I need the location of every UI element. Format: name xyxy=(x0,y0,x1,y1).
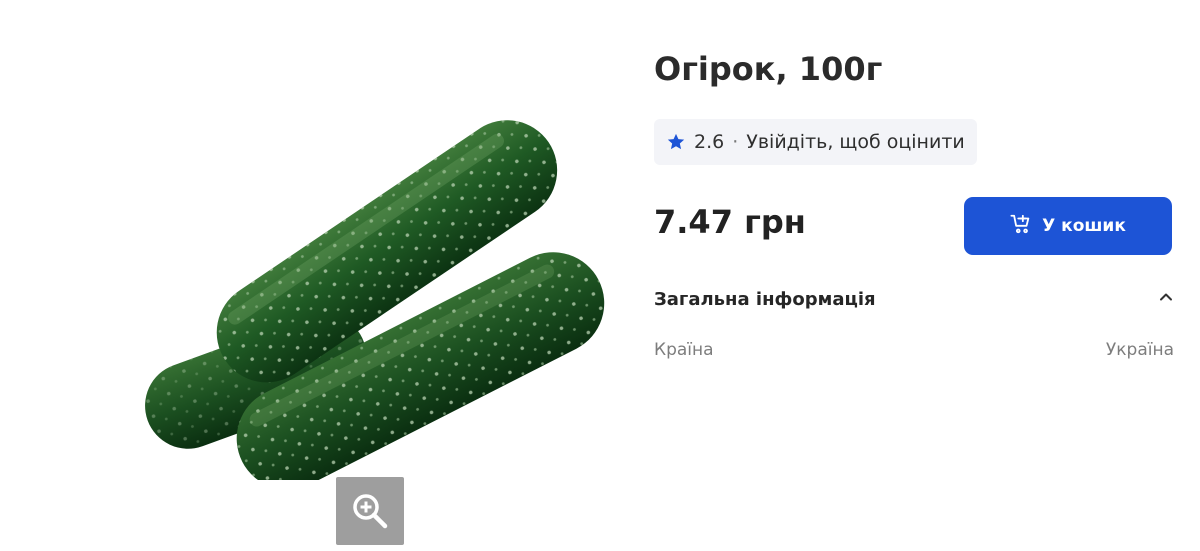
chevron-up-icon xyxy=(1158,289,1174,309)
rating-box: 2.6 · Увійдіть, щоб оцінити xyxy=(654,119,977,165)
star-icon xyxy=(666,132,686,152)
general-info-title: Загальна інформація xyxy=(654,288,876,310)
rating-separator: · xyxy=(732,131,739,153)
product-page: Огірок, 100г 2.6 · Увійдіть, щоб оцінити… xyxy=(0,0,1200,551)
rating-value: 2.6 xyxy=(694,131,725,153)
product-gallery xyxy=(0,0,640,551)
spec-row-country: Країна Україна xyxy=(654,340,1174,360)
zoom-button[interactable] xyxy=(336,477,404,545)
general-info-toggle[interactable]: Загальна інформація xyxy=(654,282,1174,316)
login-to-rate-link[interactable]: Увійдіть, щоб оцінити xyxy=(746,131,964,153)
product-image xyxy=(145,120,605,480)
cart-add-icon xyxy=(1010,213,1032,240)
zoom-in-icon xyxy=(353,494,388,529)
spec-label: Країна xyxy=(654,340,714,360)
product-price: 7.47 грн xyxy=(654,203,806,241)
add-to-cart-button[interactable]: У кошик xyxy=(964,197,1172,255)
spec-value: Україна xyxy=(1105,340,1174,360)
add-to-cart-label: У кошик xyxy=(1042,216,1126,236)
product-title: Огірок, 100г xyxy=(654,50,883,88)
